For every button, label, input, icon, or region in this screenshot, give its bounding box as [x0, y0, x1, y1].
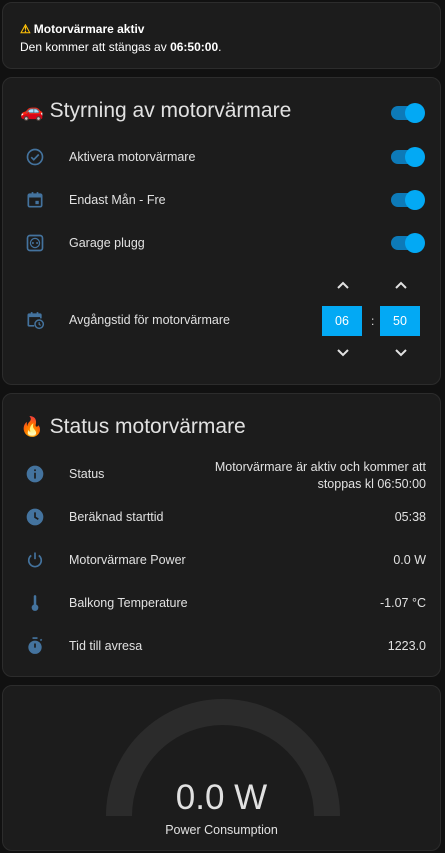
toggle-switch[interactable]	[391, 190, 425, 210]
thermometer-icon	[31, 595, 39, 611]
master-toggle[interactable]	[391, 103, 425, 123]
temperature-value: -1.07 °C	[380, 596, 426, 610]
status-value: Motorvärmare är aktiv och kommer att sto…	[214, 460, 426, 491]
departure-label: Avgångstid för motorvärmare	[69, 313, 230, 327]
minute-down-chevron-icon[interactable]	[394, 348, 408, 358]
alert-body: Den kommer att stängas av 06:50:00.	[20, 40, 222, 54]
gauge-card[interactable]: 0.0 W Power Consumption	[2, 685, 441, 851]
control-card: 🚗 Styrning av motorvärmare Aktivera motor…	[2, 77, 441, 385]
calendar-icon	[27, 192, 43, 208]
toggle-switch[interactable]	[391, 147, 425, 167]
control-card-title: 🚗 Styrning av motorvärmare	[20, 99, 292, 122]
info-icon	[26, 465, 44, 483]
check-circle-icon	[26, 148, 44, 166]
power-row[interactable]: Motorvärmare Power 0.0 W	[3, 545, 440, 575]
gauge-value: 0.0 W	[175, 778, 268, 817]
timer-icon	[28, 637, 43, 654]
time-to-departure-row[interactable]: Tid till avresa 1223.0	[3, 631, 440, 661]
hour-down-chevron-icon[interactable]	[336, 348, 350, 358]
fire-icon: 🔥	[20, 417, 44, 438]
time-to-departure-label: Tid till avresa	[69, 639, 143, 653]
power-icon	[27, 552, 43, 568]
alert-title: ⚠ Motorvärmare aktiv	[20, 22, 145, 36]
starttime-row[interactable]: Beräknad starttid 05:38	[3, 502, 440, 532]
departure-row: Avgångstid för motorvärmare	[3, 305, 440, 335]
time-to-departure-value: 1223.0	[387, 639, 426, 653]
toggle-switch[interactable]	[391, 233, 425, 253]
temperature-row[interactable]: Balkong Temperature -1.07 °C	[3, 588, 440, 618]
gauge-name: Power Consumption	[165, 823, 278, 837]
temperature-label: Balkong Temperature	[69, 596, 188, 610]
hour-input[interactable]: 06	[322, 306, 362, 336]
power-socket-icon	[26, 234, 44, 252]
status-card: 🔥 Status motorvärmare Status Motorvärmare…	[2, 393, 441, 677]
power-value: 0.0 W	[393, 553, 426, 567]
status-row[interactable]: Status Motorvärmare är aktiv och kommer …	[3, 459, 440, 491]
power-label: Motorvärmare Power	[69, 553, 186, 567]
toggle-label: Endast Mån - Fre	[69, 193, 166, 207]
warning-icon: ⚠	[20, 22, 31, 36]
car-icon: 🚗	[20, 101, 44, 122]
time-separator: :	[371, 314, 375, 328]
toggle-row-weekdays[interactable]: Endast Mån - Fre	[3, 185, 440, 215]
alert-card: ⚠ Motorvärmare aktiv Den kommer att stäng…	[2, 2, 441, 69]
starttime-label: Beräknad starttid	[69, 510, 164, 524]
clock-icon	[26, 508, 44, 526]
starttime-value: 05:38	[394, 510, 426, 524]
calendar-clock-icon	[27, 312, 45, 330]
toggle-row-aktivera[interactable]: Aktivera motorvärmare	[3, 142, 440, 172]
toggle-row-garage[interactable]: Garage plugg	[3, 228, 440, 258]
minute-input[interactable]: 50	[380, 306, 420, 336]
toggle-label: Garage plugg	[69, 236, 145, 250]
hour-up-chevron-icon[interactable]	[336, 280, 350, 290]
minute-up-chevron-icon[interactable]	[394, 280, 408, 290]
status-card-title: 🔥 Status motorvärmare	[20, 415, 246, 438]
toggle-label: Aktivera motorvärmare	[69, 150, 196, 164]
status-label: Status	[69, 467, 105, 481]
